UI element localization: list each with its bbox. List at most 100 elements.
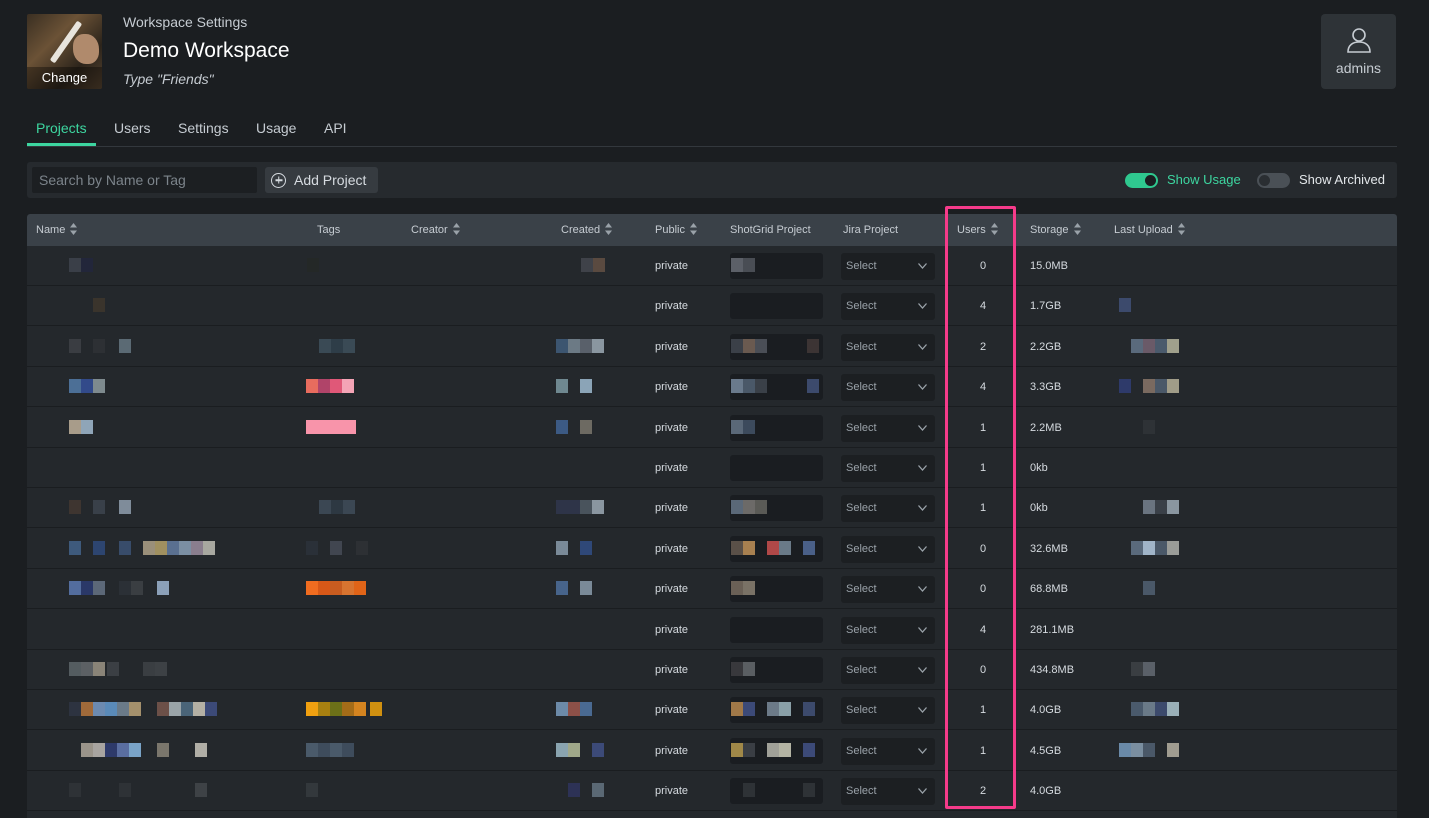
redacted-content bbox=[69, 540, 81, 555]
column-header-created[interactable]: Created bbox=[561, 214, 613, 246]
column-header-jira-project: Jira Project bbox=[843, 214, 898, 246]
sort-icon[interactable] bbox=[452, 223, 460, 236]
jira-project-select[interactable]: Select bbox=[841, 333, 935, 361]
redacted-content bbox=[556, 419, 568, 434]
jira-project-select[interactable]: Select bbox=[841, 657, 935, 684]
table-row[interactable]: private Select 2 2.2GB bbox=[27, 327, 1397, 367]
storage-cell: 0kb bbox=[1030, 462, 1048, 474]
users-count-cell: 0 bbox=[979, 664, 987, 676]
add-project-button[interactable]: Add Project bbox=[265, 167, 378, 193]
redacted-content bbox=[343, 338, 355, 353]
column-header-users[interactable]: Users bbox=[957, 214, 998, 246]
redacted-content bbox=[342, 379, 354, 394]
jira-project-select[interactable]: Select bbox=[841, 293, 935, 321]
jira-project-select[interactable]: Select bbox=[841, 576, 935, 604]
redacted-content bbox=[1155, 500, 1167, 515]
table-row[interactable]: private Select 0 68.8MB bbox=[27, 569, 1397, 610]
tab-bar: Projects Users Settings Usage API bbox=[27, 115, 1397, 147]
jira-project-select[interactable]: Select bbox=[841, 616, 935, 644]
tab-users[interactable]: Users bbox=[105, 115, 160, 146]
redacted-content bbox=[767, 702, 779, 717]
redacted-content bbox=[743, 540, 755, 555]
table-row[interactable]: private Select 1 2.2MB bbox=[27, 408, 1397, 448]
change-thumbnail-button[interactable]: Change bbox=[27, 67, 102, 89]
sort-icon[interactable] bbox=[689, 223, 697, 236]
redacted-content bbox=[731, 662, 743, 676]
select-placeholder: Select bbox=[846, 381, 877, 394]
public-cell: private bbox=[655, 785, 689, 798]
column-header-label: Creator bbox=[411, 224, 448, 236]
admins-button[interactable]: admins bbox=[1321, 14, 1396, 89]
public-cell: private bbox=[655, 704, 689, 717]
jira-project-select[interactable]: Select bbox=[841, 737, 935, 765]
table-row[interactable]: private Select 1 0kb bbox=[27, 448, 1397, 488]
tab-usage[interactable]: Usage bbox=[247, 115, 305, 146]
table-row[interactable]: private Select 4 1.7GB bbox=[27, 286, 1397, 327]
show-archived-toggle[interactable] bbox=[1257, 173, 1290, 188]
search-input[interactable] bbox=[32, 167, 257, 193]
storage-cell: 4.0GB bbox=[1030, 785, 1062, 798]
column-header-storage[interactable]: Storage bbox=[1030, 214, 1081, 246]
redacted-content bbox=[580, 702, 592, 717]
column-header-shotgrid-project: ShotGrid Project bbox=[730, 214, 811, 246]
redacted-content bbox=[93, 540, 105, 555]
redacted-content bbox=[731, 419, 743, 434]
table-row[interactable]: private Select 0 15.0MB bbox=[27, 246, 1397, 286]
redacted-content bbox=[731, 379, 743, 394]
redacted-content bbox=[580, 338, 592, 353]
redacted-content bbox=[743, 419, 755, 434]
jira-project-select[interactable]: Select bbox=[841, 495, 935, 523]
sort-icon[interactable] bbox=[1177, 223, 1185, 236]
sort-icon[interactable] bbox=[1073, 223, 1081, 236]
table-row[interactable]: private Select 0 434.8MB bbox=[27, 650, 1397, 690]
column-header-label: Users bbox=[957, 224, 986, 236]
jira-project-select[interactable]: Select bbox=[841, 455, 935, 482]
column-header-public[interactable]: Public bbox=[655, 214, 697, 246]
table-row[interactable]: private Select 1 4.0GB bbox=[27, 690, 1397, 731]
redacted-content bbox=[69, 500, 81, 515]
column-header-label: Created bbox=[561, 224, 601, 236]
jira-project-select[interactable]: Select bbox=[841, 414, 935, 442]
workspace-header: Change Workspace Settings Demo Workspace… bbox=[27, 14, 1397, 90]
jira-project-select[interactable]: Select bbox=[841, 697, 935, 725]
tab-settings[interactable]: Settings bbox=[169, 115, 238, 146]
redacted-content bbox=[155, 540, 167, 555]
redacted-content bbox=[107, 662, 119, 676]
table-row[interactable]: private Select 2 4.0GB bbox=[27, 771, 1397, 812]
tab-api[interactable]: API bbox=[315, 115, 356, 146]
storage-cell: 0kb bbox=[1030, 502, 1048, 515]
column-header-name[interactable]: Name bbox=[36, 214, 78, 246]
redacted-content bbox=[556, 742, 568, 757]
sort-icon[interactable] bbox=[990, 223, 998, 236]
select-placeholder: Select bbox=[846, 462, 877, 474]
redacted-content bbox=[306, 419, 356, 434]
redacted-content bbox=[1155, 540, 1167, 555]
workspace-thumbnail[interactable]: Change bbox=[27, 14, 102, 89]
redacted-content bbox=[1119, 298, 1131, 313]
redacted-content bbox=[342, 702, 354, 717]
column-header-creator[interactable]: Creator bbox=[411, 214, 460, 246]
table-row[interactable]: private Select 0 32.6MB bbox=[27, 529, 1397, 569]
redacted-content bbox=[306, 581, 318, 596]
public-cell: private bbox=[655, 340, 689, 353]
select-placeholder: Select bbox=[846, 623, 877, 636]
tab-projects[interactable]: Projects bbox=[27, 115, 96, 146]
sort-icon[interactable] bbox=[70, 223, 78, 236]
table-row[interactable]: private Select 1 0kb bbox=[27, 488, 1397, 529]
jira-project-select[interactable]: Select bbox=[841, 253, 935, 280]
chevron-down-icon bbox=[918, 707, 927, 714]
table-row[interactable]: private Select 1 4.5GB bbox=[27, 731, 1397, 771]
show-usage-label: Show Usage bbox=[1167, 172, 1241, 187]
show-usage-toggle[interactable] bbox=[1125, 173, 1158, 188]
storage-cell: 281.1MB bbox=[1030, 623, 1075, 636]
jira-project-select[interactable]: Select bbox=[841, 535, 935, 563]
jira-project-select[interactable]: Select bbox=[841, 374, 935, 402]
table-row[interactable]: private Select 4 281.1MB bbox=[27, 610, 1397, 650]
jira-project-select[interactable]: Select bbox=[841, 778, 935, 806]
sort-icon[interactable] bbox=[605, 223, 613, 236]
redacted-content bbox=[330, 702, 342, 717]
table-row[interactable]: private Select 4 3.3GB bbox=[27, 367, 1397, 408]
column-header-last-upload[interactable]: Last Upload bbox=[1114, 214, 1185, 246]
redacted-content bbox=[319, 500, 331, 515]
select-placeholder: Select bbox=[846, 664, 877, 676]
